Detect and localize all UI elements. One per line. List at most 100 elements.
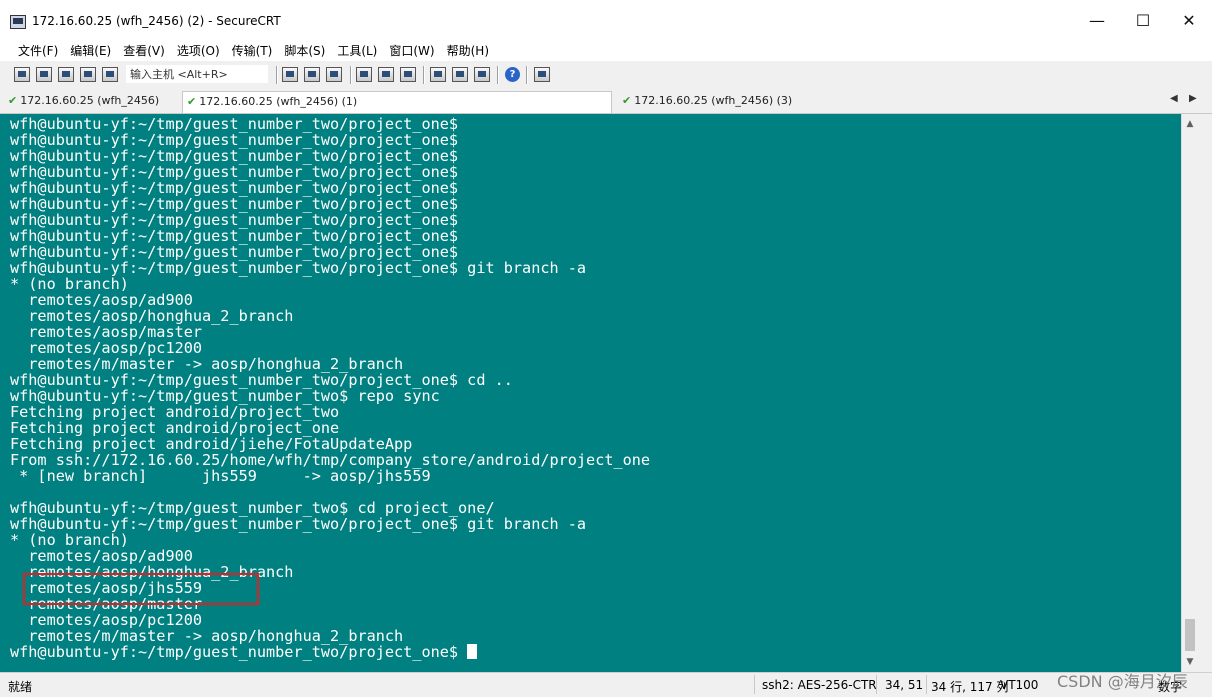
help-icon[interactable]: ? (505, 67, 520, 82)
menu-script[interactable]: 脚本(S) (278, 40, 331, 60)
toolbar: 输入主机 <Alt+R> ? (0, 60, 1212, 89)
find-icon[interactable] (326, 67, 342, 82)
terminal-line: remotes/aosp/pc1200 (10, 339, 203, 357)
terminal-line: wfh@ubuntu-yf:~/tmp/guest_number_two/pro… (10, 179, 459, 197)
terminal-line: wfh@ubuntu-yf:~/tmp/guest_number_two/pro… (10, 515, 587, 533)
status-divider (926, 675, 927, 694)
copy-icon[interactable] (282, 67, 298, 82)
terminal-line: wfh@ubuntu-yf:~/tmp/guest_number_two/pro… (10, 227, 459, 245)
toolbar-divider (350, 66, 352, 84)
terminal-pane[interactable]: wfh@ubuntu-yf:~/tmp/guest_number_two/pro… (0, 114, 1181, 672)
keymap-icon[interactable] (474, 67, 490, 82)
menu-window[interactable]: 窗口(W) (383, 40, 440, 60)
terminal-line: wfh@ubuntu-yf:~/tmp/guest_number_two$ cd… (10, 499, 495, 517)
status-terminal-type: VT100 (1000, 678, 1039, 692)
menu-help[interactable]: 帮助(H) (441, 40, 495, 60)
minimize-button[interactable]: — (1074, 0, 1120, 40)
status-cursor-position: 34, 51 (885, 678, 924, 692)
terminal-line: * (no branch) (10, 531, 129, 549)
tab-session-0[interactable]: ✔ 172.16.60.25 (wfh_2456) (4, 91, 180, 113)
menu-tools[interactable]: 工具(L) (331, 40, 383, 60)
status-dimensions: 34 行, 117 列 (931, 680, 1009, 694)
tab-next-icon[interactable]: ▶ (1189, 93, 1197, 104)
terminal-line: From ssh://172.16.60.25/home/wfh/tmp/com… (10, 451, 651, 469)
terminal-line: wfh@ubuntu-yf:~/tmp/guest_number_two/pro… (10, 147, 459, 165)
terminal-line: remotes/aosp/ad900 (10, 291, 193, 309)
print-screen-icon[interactable] (356, 67, 372, 82)
terminal-line: remotes/aosp/honghua_2_branch (10, 307, 294, 325)
terminal-line: wfh@ubuntu-yf:~/tmp/guest_number_two/pro… (10, 371, 513, 389)
menu-options[interactable]: 选项(O) (171, 40, 226, 60)
status-divider (754, 675, 755, 694)
quick-connect-input[interactable]: 输入主机 <Alt+R> (126, 65, 268, 83)
menu-edit[interactable]: 编辑(E) (64, 40, 117, 60)
terminal-line: wfh@ubuntu-yf:~/tmp/guest_number_two/pro… (10, 195, 459, 213)
menu-transfer[interactable]: 传输(T) (226, 40, 279, 60)
toolbar-divider (526, 66, 528, 84)
maximize-button[interactable]: ☐ (1120, 0, 1166, 40)
terminal-line: remotes/m/master -> aosp/honghua_2_branc… (10, 355, 404, 373)
terminal-line: wfh@ubuntu-yf:~/tmp/guest_number_two/pro… (10, 131, 459, 149)
reconnect-icon[interactable] (80, 67, 96, 82)
status-encryption: ssh2: AES-256-CTR (762, 678, 877, 692)
close-button[interactable]: ✕ (1166, 0, 1212, 40)
window-edge (1198, 114, 1212, 672)
connected-check-icon: ✔ (8, 94, 18, 107)
terminal-line: remotes/m/master -> aosp/honghua_2_branc… (10, 627, 404, 645)
tab-label: 172.16.60.25 (wfh_2456) (1) (199, 95, 358, 108)
tab-label: 172.16.60.25 (wfh_2456) (3) (634, 94, 793, 107)
terminal-prompt-line[interactable]: wfh@ubuntu-yf:~/tmp/guest_number_two/pro… (10, 644, 650, 660)
terminal-line: remotes/aosp/master (10, 323, 203, 341)
disconnect-icon[interactable] (102, 67, 118, 82)
connect-icon[interactable] (14, 67, 30, 82)
terminal-line: Fetching project android/project_one (10, 419, 340, 437)
terminal-line: wfh@ubuntu-yf:~/tmp/guest_number_two/pro… (10, 259, 587, 277)
terminal-line: Fetching project android/project_two (10, 403, 340, 421)
menu-bar: 文件(F) 编辑(E) 查看(V) 选项(O) 传输(T) 脚本(S) 工具(L… (0, 40, 1212, 60)
session-options-icon[interactable] (430, 67, 446, 82)
terminal-line: wfh@ubuntu-yf:~/tmp/guest_number_two/pro… (10, 163, 459, 181)
tab-prev-icon[interactable]: ◀ (1170, 93, 1178, 104)
toolbar-divider (497, 66, 499, 84)
terminal-line: wfh@ubuntu-yf:~/tmp/guest_number_two$ re… (10, 387, 440, 405)
tab-session-1[interactable]: ✔ 172.16.60.25 (wfh_2456) (1) (182, 91, 612, 113)
toolbar-divider (276, 66, 278, 84)
terminal-line: Fetching project android/jiehe/FotaUpdat… (10, 435, 413, 453)
scroll-up-icon[interactable]: ▲ (1182, 116, 1198, 132)
status-divider (876, 675, 877, 694)
print-setup-icon[interactable] (378, 67, 394, 82)
tab-session-3[interactable]: ✔ 172.16.60.25 (wfh_2456) (3) (618, 91, 818, 113)
terminal-line: wfh@ubuntu-yf:~/tmp/guest_number_two/pro… (10, 115, 459, 133)
status-bar: 就绪 ssh2: AES-256-CTR 34, 51 34 行, 117 列 … (0, 672, 1212, 697)
sftp-icon[interactable] (534, 67, 550, 82)
securecrt-app-icon (10, 15, 26, 29)
session-tabs: ✔ 172.16.60.25 (wfh_2456) ✔ 172.16.60.25 (… (0, 88, 1212, 114)
terminal-line: * (no branch) (10, 275, 129, 293)
quick-connect-icon[interactable] (36, 67, 52, 82)
title-bar: 172.16.60.25 (wfh_2456) (2) - SecureCRT … (0, 0, 1212, 40)
text-cursor (467, 644, 478, 659)
highlight-annotation-box (23, 573, 259, 605)
terminal-line: wfh@ubuntu-yf:~/tmp/guest_number_two/pro… (10, 211, 459, 229)
terminal-line: * [new branch] jhs559 -> aosp/jhs559 (10, 467, 431, 485)
tab-label: 172.16.60.25 (wfh_2456) (20, 94, 160, 107)
terminal-line: remotes/aosp/ad900 (10, 547, 193, 565)
terminal-line: wfh@ubuntu-yf:~/tmp/guest_number_two/pro… (10, 243, 459, 261)
print-icon[interactable] (400, 67, 416, 82)
scrollbar-thumb[interactable] (1185, 619, 1195, 651)
connected-check-icon: ✔ (622, 94, 632, 107)
connect-in-tab-icon[interactable] (58, 67, 74, 82)
connected-check-icon: ✔ (187, 95, 197, 108)
toolbar-divider (423, 66, 425, 84)
paste-icon[interactable] (304, 67, 320, 82)
menu-file[interactable]: 文件(F) (12, 40, 64, 60)
global-options-icon[interactable] (452, 67, 468, 82)
menu-view[interactable]: 查看(V) (117, 40, 171, 60)
terminal-line: remotes/aosp/pc1200 (10, 611, 203, 629)
csdn-watermark: CSDN @海月汐辰 (1057, 672, 1188, 691)
terminal-scrollbar[interactable]: ▲ ▼ (1181, 114, 1198, 672)
status-ready: 就绪 (8, 680, 33, 694)
terminal-prompt: wfh@ubuntu-yf:~/tmp/guest_number_two/pro… (10, 643, 468, 661)
window-title: 172.16.60.25 (wfh_2456) (2) - SecureCRT (32, 14, 281, 28)
